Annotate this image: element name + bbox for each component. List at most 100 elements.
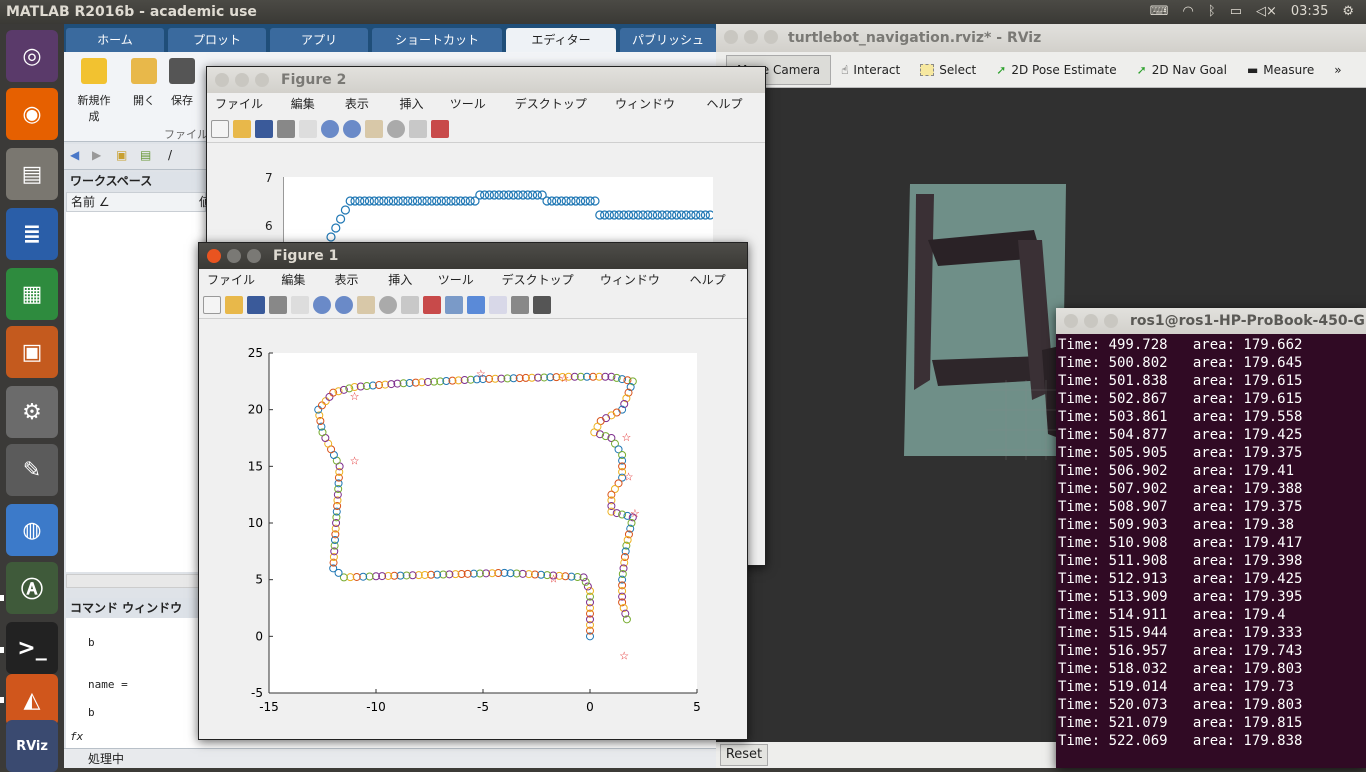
clock[interactable]: 03:35 — [1291, 0, 1328, 24]
name-column[interactable]: 名前 ∠ — [71, 195, 110, 209]
pose-estimate-tool[interactable]: ➚ 2D Pose Estimate — [986, 55, 1126, 85]
software-updater-icon[interactable]: Ⓐ — [6, 562, 58, 614]
writer-icon[interactable]: ≣ — [6, 208, 58, 260]
dock-icon[interactable] — [533, 295, 551, 314]
minimize-icon[interactable] — [744, 30, 758, 44]
menu-view[interactable]: 表示(V) — [327, 269, 381, 309]
menu-desktop[interactable]: デスクトップ(D) — [494, 269, 592, 309]
tab-plots[interactable]: プロット — [168, 28, 266, 52]
print-icon[interactable] — [269, 295, 287, 314]
terminal-icon[interactable]: >_ — [6, 622, 58, 674]
rviz-icon[interactable]: RViz — [6, 720, 58, 772]
zoom-in-icon[interactable] — [321, 119, 339, 138]
colorbar-icon[interactable] — [467, 295, 485, 314]
up-folder-icon[interactable]: ▣ — [116, 148, 127, 162]
data-cursor-icon[interactable] — [401, 295, 419, 314]
close-icon[interactable] — [207, 249, 221, 263]
fx-icon[interactable]: fx — [70, 730, 83, 743]
menu-tools[interactable]: ツール(T) — [442, 93, 507, 133]
terminal-title-bar[interactable]: ros1@ros1-HP-ProBook-450-G1: ~ — [1056, 308, 1366, 334]
legend-icon[interactable] — [489, 295, 507, 314]
new-figure-icon[interactable] — [211, 119, 229, 138]
reset-button[interactable]: Reset — [720, 744, 768, 766]
pointer-icon[interactable] — [291, 295, 309, 314]
pointer-icon[interactable] — [299, 119, 317, 138]
measure-tool[interactable]: ▬ Measure — [1237, 55, 1324, 85]
menu-view[interactable]: 表示(V) — [337, 93, 392, 133]
menu-desktop[interactable]: デスクトップ(D) — [507, 93, 607, 133]
brush-icon[interactable] — [423, 295, 441, 314]
open-icon[interactable] — [233, 119, 251, 138]
workspace-column-header[interactable]: 名前 ∠ 値 — [66, 192, 211, 212]
print-icon[interactable] — [277, 119, 295, 138]
interact-tool[interactable]: ☝ Interact — [831, 55, 910, 85]
open-button[interactable]: 開く — [124, 56, 164, 108]
figure-1-axes[interactable]: -15 -10 -5 0 5 -5 0 5 10 15 20 25 ☆ ☆ ☆ ☆ ☆ ☆ ☆ ☆ ☆ — [199, 319, 747, 739]
minimize-icon[interactable] — [1084, 314, 1098, 328]
tab-shortcuts[interactable]: ショートカット — [372, 28, 502, 52]
menu-window[interactable]: ウィンドウ(W) — [592, 269, 682, 309]
new-figure-icon[interactable] — [203, 295, 221, 314]
zoom-in-icon[interactable] — [313, 295, 331, 314]
menu-tools[interactable]: ツール(T) — [430, 269, 494, 309]
rotate-icon[interactable] — [379, 295, 397, 314]
back-icon[interactable]: ◀ — [70, 148, 79, 162]
link-icon[interactable] — [445, 295, 463, 314]
maximize-icon[interactable] — [1104, 314, 1118, 328]
menu-insert[interactable]: 挿入(I) — [391, 93, 441, 133]
close-icon[interactable] — [1064, 314, 1078, 328]
more-tools-button[interactable]: » — [1324, 55, 1351, 85]
nav-goal-tool[interactable]: ➚ 2D Nav Goal — [1127, 55, 1237, 85]
brush-icon[interactable] — [431, 119, 449, 138]
calc-icon[interactable]: ▦ — [6, 268, 58, 320]
bluetooth-icon[interactable]: ᛒ — [1208, 0, 1216, 24]
maximize-icon[interactable] — [247, 249, 261, 263]
tab-publish[interactable]: パブリッシュ — [620, 28, 716, 52]
figure-2-axes[interactable] — [282, 177, 715, 247]
menu-edit[interactable]: 編集(E) — [273, 269, 326, 309]
workspace-scrollbar[interactable] — [66, 574, 206, 588]
battery-icon[interactable]: ▭ — [1230, 0, 1242, 24]
workspace-list[interactable] — [66, 212, 206, 572]
figure-2-title-bar[interactable]: Figure 2 — [207, 67, 765, 93]
files-icon[interactable]: ▤ — [6, 148, 58, 200]
path-field[interactable]: / — [168, 148, 172, 162]
matlab-icon[interactable]: ◭ — [6, 674, 58, 726]
maximize-icon[interactable] — [764, 30, 778, 44]
pan-icon[interactable] — [357, 295, 375, 314]
menu-edit[interactable]: 編集(E) — [283, 93, 337, 133]
minimize-icon[interactable] — [227, 249, 241, 263]
save-icon[interactable] — [255, 119, 273, 138]
open-icon[interactable] — [225, 295, 243, 314]
forward-icon[interactable]: ▶ — [92, 148, 101, 162]
menu-file[interactable]: ファイル(F) — [207, 93, 283, 133]
menu-insert[interactable]: 挿入(I) — [380, 269, 430, 309]
rviz-title-bar[interactable]: turtlebot_navigation.rviz* - RViz — [716, 24, 1366, 52]
text-editor-icon[interactable]: ✎ — [6, 444, 58, 496]
tab-apps[interactable]: アプリ — [270, 28, 368, 52]
tab-home[interactable]: ホーム — [66, 28, 164, 52]
ubuntu-icon[interactable]: ◎ — [6, 30, 58, 82]
close-icon[interactable] — [215, 73, 229, 87]
menu-window[interactable]: ウィンドウ(W) — [607, 93, 699, 133]
close-icon[interactable] — [724, 30, 738, 44]
pan-icon[interactable] — [365, 119, 383, 138]
chrome-icon[interactable]: ◍ — [6, 504, 58, 556]
new-button[interactable]: 新規作成 — [74, 56, 114, 124]
settings-icon[interactable]: ⚙ — [6, 386, 58, 438]
impress-icon[interactable]: ▣ — [6, 326, 58, 378]
select-tool[interactable]: Select — [910, 55, 986, 85]
wifi-icon[interactable]: ◠ — [1183, 0, 1194, 24]
save-icon[interactable] — [247, 295, 265, 314]
menu-help[interactable]: ヘルプ(H) — [698, 93, 765, 133]
firefox-icon[interactable]: ◉ — [6, 88, 58, 140]
hide-tools-icon[interactable] — [511, 295, 529, 314]
minimize-icon[interactable] — [235, 73, 249, 87]
save-button[interactable]: 保存 — [162, 56, 202, 108]
browse-icon[interactable]: ▤ — [140, 148, 151, 162]
figure-1-title-bar[interactable]: Figure 1 — [199, 243, 747, 269]
tab-editor[interactable]: エディター — [506, 28, 616, 52]
volume-icon[interactable]: ◁× — [1256, 0, 1277, 24]
gear-icon[interactable]: ⚙ — [1342, 0, 1354, 24]
zoom-out-icon[interactable] — [343, 119, 361, 138]
